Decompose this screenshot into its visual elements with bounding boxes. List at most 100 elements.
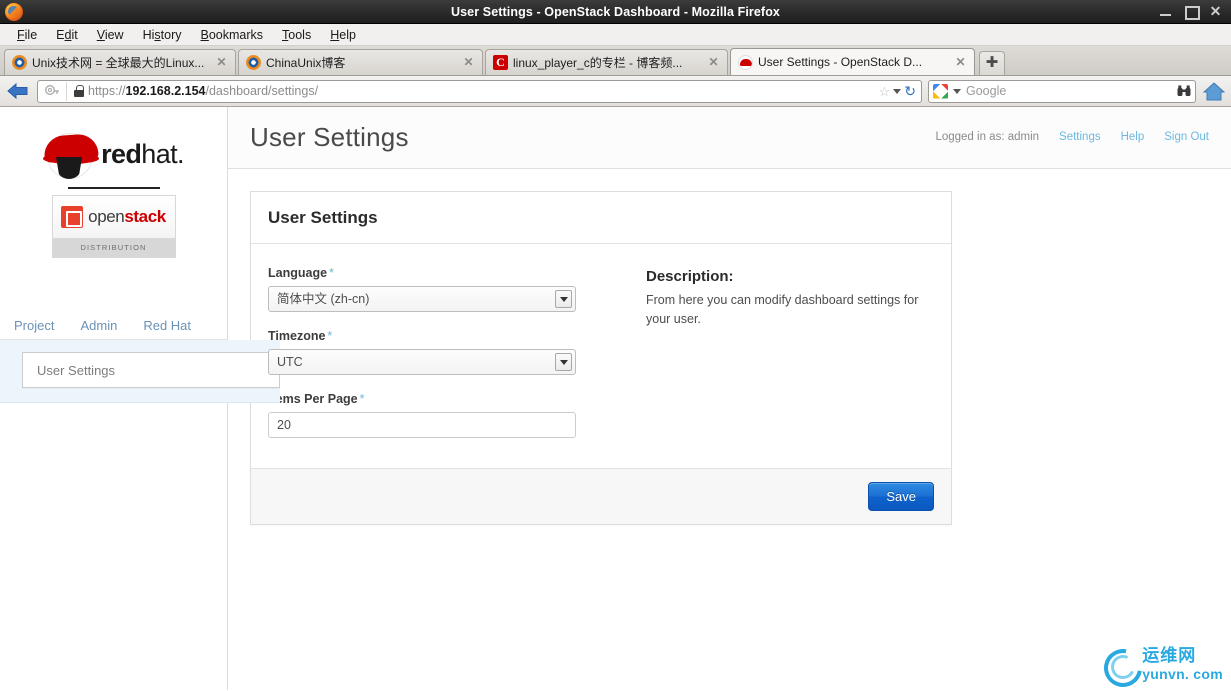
header-link-help[interactable]: Help <box>1121 131 1145 143</box>
save-button[interactable]: Save <box>868 482 934 511</box>
required-asterisk: * <box>359 392 365 406</box>
timezone-select-value: UTC <box>277 355 303 369</box>
openstack-wordmark: openstack <box>88 207 166 226</box>
user-settings-panel: User Settings Language * 简体中文 (zh-cn) Ti… <box>250 191 952 525</box>
key-icon <box>45 85 59 95</box>
sidebar-tab-project[interactable]: Project <box>14 318 54 333</box>
page-content: redhat. openstack DISTRIBUTION Project A… <box>0 107 1231 690</box>
content-header: User Settings Logged in as: admin Settin… <box>228 107 1231 169</box>
tab-close-icon[interactable]: ✕ <box>953 55 968 70</box>
sidebar: redhat. openstack DISTRIBUTION Project A… <box>0 107 280 690</box>
description-area: Description: From here you can modify da… <box>598 266 946 438</box>
search-input[interactable]: Google <box>966 84 1172 98</box>
description-title: Description: <box>646 268 734 285</box>
header-link-sign-out[interactable]: Sign Out <box>1164 131 1209 143</box>
url-bar[interactable]: https://192.168.2.154/dashboard/settings… <box>37 79 922 103</box>
window-controls: ✕ <box>1159 4 1231 20</box>
close-window-button[interactable]: ✕ <box>1209 4 1222 18</box>
sidebar-nav-panel: User Settings <box>0 340 280 403</box>
lock-icon <box>74 85 84 97</box>
panel-header: User Settings <box>251 192 951 244</box>
tab-close-icon[interactable]: ✕ <box>214 55 229 70</box>
redhat-shadowman-icon <box>43 127 100 181</box>
redhat-logo: redhat. <box>0 125 227 183</box>
binoculars-icon[interactable] <box>1177 85 1191 97</box>
distribution-label: DISTRIBUTION <box>52 238 175 257</box>
brand-area: redhat. openstack DISTRIBUTION <box>0 107 227 258</box>
firefox-icon <box>5 2 23 21</box>
browser-tab-3[interactable]: C linux_player_c的专栏 - 博客频... ✕ <box>485 49 728 75</box>
unix-favicon-icon <box>12 55 27 70</box>
language-label: Language * <box>268 266 334 280</box>
home-icon <box>1203 81 1225 100</box>
tab-label: linux_player_c的专栏 - 博客频... <box>513 56 683 70</box>
redhat-wordmark: redhat. <box>101 138 184 169</box>
browser-tab-1[interactable]: Unix技术网 = 全球最大的Linux... ✕ <box>4 49 236 75</box>
url-bar-actions: ☆ ↻ <box>879 84 918 98</box>
search-bar[interactable]: Google <box>928 79 1196 103</box>
menu-file[interactable]: File <box>8 26 47 44</box>
language-select[interactable]: 简体中文 (zh-cn) <box>268 286 576 312</box>
description-text: From here you can modify dashboard setti… <box>646 293 919 326</box>
tab-bar: Unix技术网 = 全球最大的Linux... ✕ ChinaUnix博客 ✕ … <box>0 46 1231 76</box>
menu-help[interactable]: Help <box>321 26 366 44</box>
openstack-badge: openstack DISTRIBUTION <box>51 195 176 258</box>
header-user-area: Logged in as: admin Settings Help Sign O… <box>935 131 1209 145</box>
sidebar-tab-admin[interactable]: Admin <box>80 318 117 333</box>
logged-in-label: Logged in as: admin <box>935 130 1040 143</box>
required-asterisk: * <box>329 266 334 280</box>
page-title: User Settings <box>250 122 409 152</box>
maximize-button[interactable] <box>1184 5 1200 20</box>
field-language: Language * 简体中文 (zh-cn) <box>268 266 598 312</box>
openstack-logo: openstack <box>52 196 175 238</box>
header-link-settings[interactable]: Settings <box>1059 131 1101 143</box>
google-icon[interactable] <box>933 83 948 99</box>
back-arrow-icon <box>7 82 28 100</box>
reload-icon[interactable]: ↻ <box>904 84 916 98</box>
sidebar-tab-redhat[interactable]: Red Hat <box>143 318 191 333</box>
main-content: User Settings Logged in as: admin Settin… <box>228 107 1231 690</box>
search-engine-chevron-icon[interactable] <box>953 88 961 94</box>
chevron-down-icon[interactable] <box>555 290 572 308</box>
field-items-per-page: Items Per Page * <box>268 392 598 438</box>
back-button[interactable] <box>5 79 31 103</box>
items-per-page-input[interactable] <box>268 412 576 438</box>
browser-tab-4-active[interactable]: User Settings - OpenStack D... ✕ <box>730 48 975 75</box>
timezone-select[interactable]: UTC <box>268 349 576 375</box>
home-button[interactable] <box>1202 80 1226 102</box>
brand-divider <box>67 187 160 189</box>
menu-tools[interactable]: Tools <box>273 26 321 44</box>
menu-history[interactable]: History <box>134 26 192 44</box>
menu-edit[interactable]: Edit <box>47 26 88 44</box>
field-timezone: Timezone * UTC <box>268 329 598 375</box>
panel-footer: Save <box>251 468 951 524</box>
openstack-cube-icon <box>61 206 84 228</box>
window-titlebar: User Settings - OpenStack Dashboard - Mo… <box>0 0 1231 24</box>
menu-view[interactable]: View <box>88 26 134 44</box>
language-select-value: 简体中文 (zh-cn) <box>277 292 370 306</box>
bookmark-star-icon[interactable]: ☆ <box>879 85 891 98</box>
chevron-down-icon[interactable] <box>555 353 572 371</box>
sidebar-item-user-settings[interactable]: User Settings <box>22 352 280 388</box>
panel-title: User Settings <box>268 207 378 227</box>
site-identity-icon[interactable] <box>42 81 67 101</box>
url-text: https://192.168.2.154/dashboard/settings… <box>88 84 319 98</box>
items-per-page-label: Items Per Page * <box>268 392 365 406</box>
minimize-button[interactable] <box>1159 5 1172 18</box>
menu-bar: File Edit View History Bookmarks Tools H… <box>0 24 1231 46</box>
browser-tab-2[interactable]: ChinaUnix博客 ✕ <box>238 49 483 75</box>
tab-label: Unix技术网 = 全球最大的Linux... <box>32 56 205 70</box>
panel-wrapper: User Settings Language * 简体中文 (zh-cn) Ti… <box>228 169 1231 525</box>
menu-bookmarks[interactable]: Bookmarks <box>192 26 274 44</box>
new-tab-button[interactable]: ✚ <box>979 51 1005 75</box>
browser-toolbar: https://192.168.2.154/dashboard/settings… <box>0 76 1231 107</box>
tab-label: ChinaUnix博客 <box>266 56 346 70</box>
tab-close-icon[interactable]: ✕ <box>706 55 721 70</box>
required-asterisk: * <box>327 329 333 343</box>
unix-favicon-icon <box>246 55 261 70</box>
tab-close-icon[interactable]: ✕ <box>461 55 476 70</box>
sidebar-nav-tabs: Project Admin Red Hat <box>0 312 227 340</box>
chevron-down-icon[interactable] <box>893 88 902 94</box>
timezone-label: Timezone * <box>268 329 333 343</box>
panel-body: Language * 简体中文 (zh-cn) Timezone * UTC I… <box>251 244 951 468</box>
